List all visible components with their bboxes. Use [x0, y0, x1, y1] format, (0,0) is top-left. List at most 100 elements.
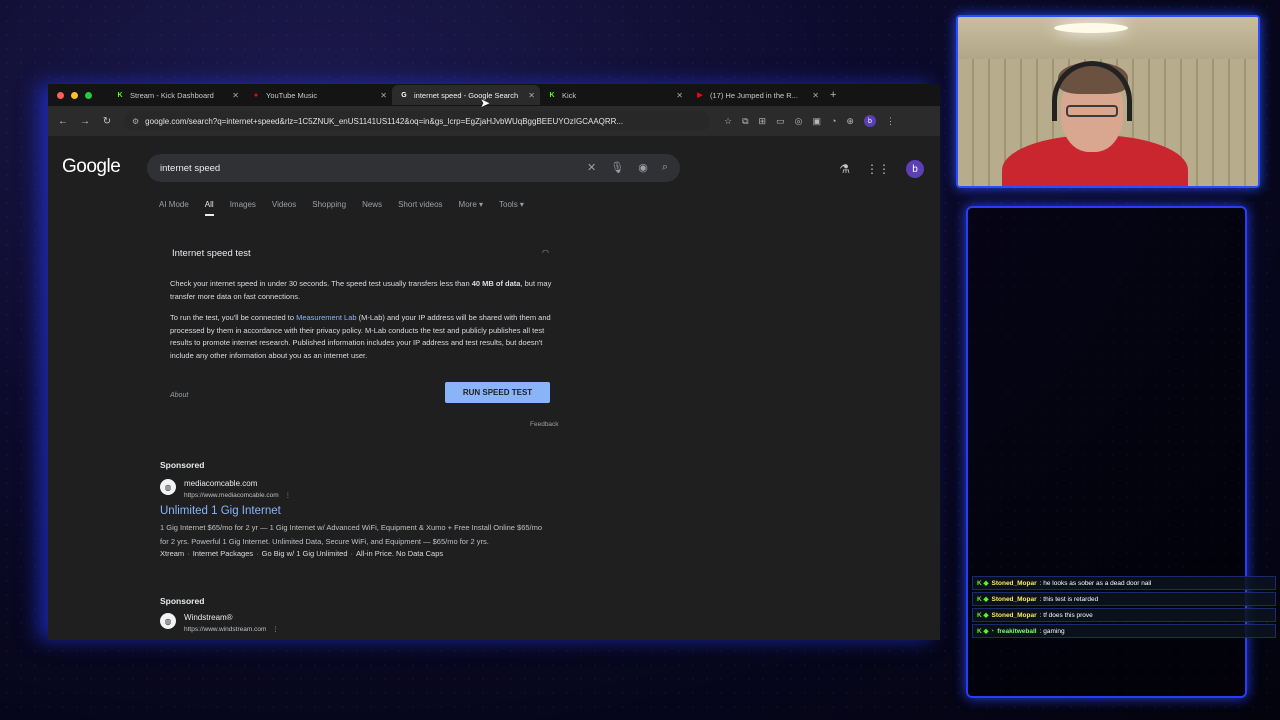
filter-images[interactable]: Images	[230, 200, 256, 216]
filter-ai-mode[interactable]: AI Mode	[159, 200, 189, 216]
bookmark-star-icon[interactable]: ☆	[724, 116, 732, 127]
para-text: Check your internet speed in under 30 se…	[170, 279, 472, 288]
minimize-window-button[interactable]	[71, 91, 78, 99]
tab-youtube-video[interactable]: ▶ (17) He Jumped in the R... ✕	[688, 85, 824, 105]
close-tab-icon[interactable]: ✕	[812, 91, 819, 100]
extension-icon[interactable]: ⧉	[742, 116, 748, 127]
maximize-window-button[interactable]	[85, 91, 92, 99]
feedback-link[interactable]: Feedback	[530, 421, 559, 428]
chat-text: : tf does this prove	[1039, 611, 1093, 619]
search-input[interactable]: internet speed ✕ 🎙 ◉ ⌕	[147, 154, 680, 182]
kick-badge-icon: K ◆	[977, 580, 989, 587]
search-filters: AI Mode All Images Videos Shopping News …	[159, 200, 524, 216]
close-tab-icon[interactable]: ✕	[232, 91, 239, 100]
para-bold: 40 MB of data	[471, 279, 521, 288]
tab-label: Stream - Kick Dashboard	[130, 90, 214, 100]
ad-description: 1 Gig Internet $65/mo for 2 yr — 1 Gig I…	[160, 523, 543, 546]
filter-all[interactable]: All	[204, 200, 214, 216]
back-arrow-icon[interactable]: ←	[52, 116, 74, 127]
incognito-icon[interactable]: ◔	[831, 116, 836, 126]
tab-bar: K Stream - Kick Dashboard ✕ ● YouTube Mu…	[48, 84, 940, 106]
lens-camera-icon[interactable]: ◉	[638, 161, 648, 174]
ad-site-url: https://www.windstream.com ⋮	[184, 625, 279, 633]
new-tab-plus-icon[interactable]: +	[830, 89, 836, 101]
close-tab-icon[interactable]: ✕	[528, 91, 535, 100]
sponsored-result-2: Sponsored ◍ Windstream® https://www.wind…	[160, 596, 279, 633]
site-favicon-icon: ◍	[160, 613, 176, 629]
labs-flask-icon[interactable]: ⚗	[839, 162, 850, 176]
privacy-policy-link[interactable]: privacy policy	[316, 326, 360, 335]
menu-kebab-icon[interactable]: ⋮	[886, 116, 895, 127]
chat-message: K ◆ Stoned_Mopar : he looks as sober as …	[972, 576, 1276, 590]
ad-site-row[interactable]: ◍ mediacomcable.com https://www.mediacom…	[160, 479, 552, 499]
kick-badge-icon: K ◆	[977, 612, 989, 619]
apps-grid-icon[interactable]: ⋮⋮	[866, 162, 890, 176]
filter-shopping[interactable]: Shopping	[312, 200, 346, 216]
filter-tools[interactable]: Tools ▾	[499, 200, 524, 216]
cast-icon[interactable]: ▭	[776, 116, 785, 127]
wifi-icon: ◠	[542, 248, 549, 257]
speed-test-privacy: To run the test, you'll be connected to …	[170, 312, 560, 362]
reload-icon[interactable]: ↻	[96, 116, 118, 127]
chat-username: freakitweball	[997, 627, 1037, 635]
speed-test-title: Internet speed test	[172, 248, 251, 259]
profile-avatar[interactable]: b	[863, 115, 876, 127]
more-options-icon[interactable]: ⋮	[272, 626, 279, 633]
tab-label: YouTube Music	[266, 90, 318, 100]
separator: ·	[187, 549, 190, 558]
webcam-overlay	[956, 15, 1260, 188]
sitelink[interactable]: Xtream	[160, 549, 184, 558]
address-bar[interactable]: ⚙ google.com/search?q=internet+speed&rlz…	[124, 111, 710, 131]
toolbar-icons: ☆ ⧉ ⊞ ▭ ◎ ▣ ◔ ⊕ b ⋮	[724, 115, 895, 127]
screenshot-icon[interactable]: ◎	[795, 116, 803, 127]
more-options-icon[interactable]: ⋮	[285, 492, 292, 499]
ad-headline-link[interactable]: Unlimited 1 Gig Internet	[160, 505, 552, 517]
speed-test-description: Check your internet speed in under 30 se…	[170, 278, 560, 303]
search-icon[interactable]: ⌕	[662, 161, 668, 174]
measurement-lab-link[interactable]: Measurement Lab	[296, 313, 356, 322]
browser-toolbar: ← → ↻ ⚙ google.com/search?q=internet+spe…	[48, 106, 940, 136]
chat-text: : gaming	[1039, 627, 1065, 635]
ad-url-text: https://www.mediacomcable.com	[184, 492, 279, 499]
google-logo[interactable]: Google	[62, 156, 121, 178]
chat-message: K ◆ Stoned_Mopar : this test is retarded	[972, 592, 1276, 606]
tab-youtube-music[interactable]: ● YouTube Music ✕	[244, 85, 392, 105]
close-tab-icon[interactable]: ✕	[380, 91, 387, 100]
site-favicon-icon: ◍	[160, 479, 176, 495]
filter-short-videos[interactable]: Short videos	[398, 200, 442, 216]
sponsored-label: Sponsored	[160, 596, 205, 606]
tab-label: internet speed - Google Search	[414, 90, 519, 100]
close-window-button[interactable]	[57, 91, 64, 99]
ad-site-row[interactable]: ◍ Windstream® https://www.windstream.com…	[160, 613, 279, 633]
tab-kick-dashboard[interactable]: K Stream - Kick Dashboard ✕	[108, 85, 244, 105]
window-controls	[48, 91, 108, 99]
forward-arrow-icon[interactable]: →	[74, 116, 96, 127]
filter-more[interactable]: More ▾	[459, 200, 483, 216]
ad-site-name: Windstream®	[184, 613, 233, 622]
tab-google-search[interactable]: G internet speed - Google Search ✕	[392, 85, 540, 105]
clear-icon[interactable]: ✕	[587, 161, 596, 174]
google-icon: G	[401, 91, 407, 99]
filter-videos[interactable]: Videos	[272, 200, 296, 216]
address-url: google.com/search?q=internet+speed&rlz=1…	[145, 116, 624, 126]
site-info-icon[interactable]: ⚙	[132, 117, 139, 126]
chat-text: : this test is retarded	[1039, 595, 1099, 603]
sitelink[interactable]: All-in Price. No Data Caps	[356, 549, 443, 558]
header-right: ⚗ ⋮⋮ b	[839, 160, 924, 178]
extensions-puzzle-icon[interactable]: ⊕	[846, 116, 854, 127]
sitelink[interactable]: Go Big w/ 1 Gig Unlimited	[262, 549, 348, 558]
chat-username: Stoned_Mopar	[991, 611, 1037, 619]
run-speed-test-button[interactable]: RUN SPEED TEST	[445, 382, 550, 403]
close-tab-icon[interactable]: ✕	[676, 91, 683, 100]
ad-url-text: https://www.windstream.com	[184, 626, 267, 633]
tab-kick[interactable]: K Kick ✕	[540, 85, 688, 105]
microphone-icon[interactable]: 🎙	[610, 161, 624, 174]
mouse-cursor-icon: ➤	[480, 96, 491, 110]
about-link[interactable]: About	[170, 392, 188, 399]
streamer-glasses	[1066, 105, 1118, 117]
account-avatar[interactable]: b	[906, 160, 924, 178]
translate-icon[interactable]: ⊞	[759, 116, 767, 127]
sidebar-icon[interactable]: ▣	[812, 116, 821, 127]
filter-news[interactable]: News	[362, 200, 382, 216]
sitelink[interactable]: Internet Packages	[193, 549, 253, 558]
